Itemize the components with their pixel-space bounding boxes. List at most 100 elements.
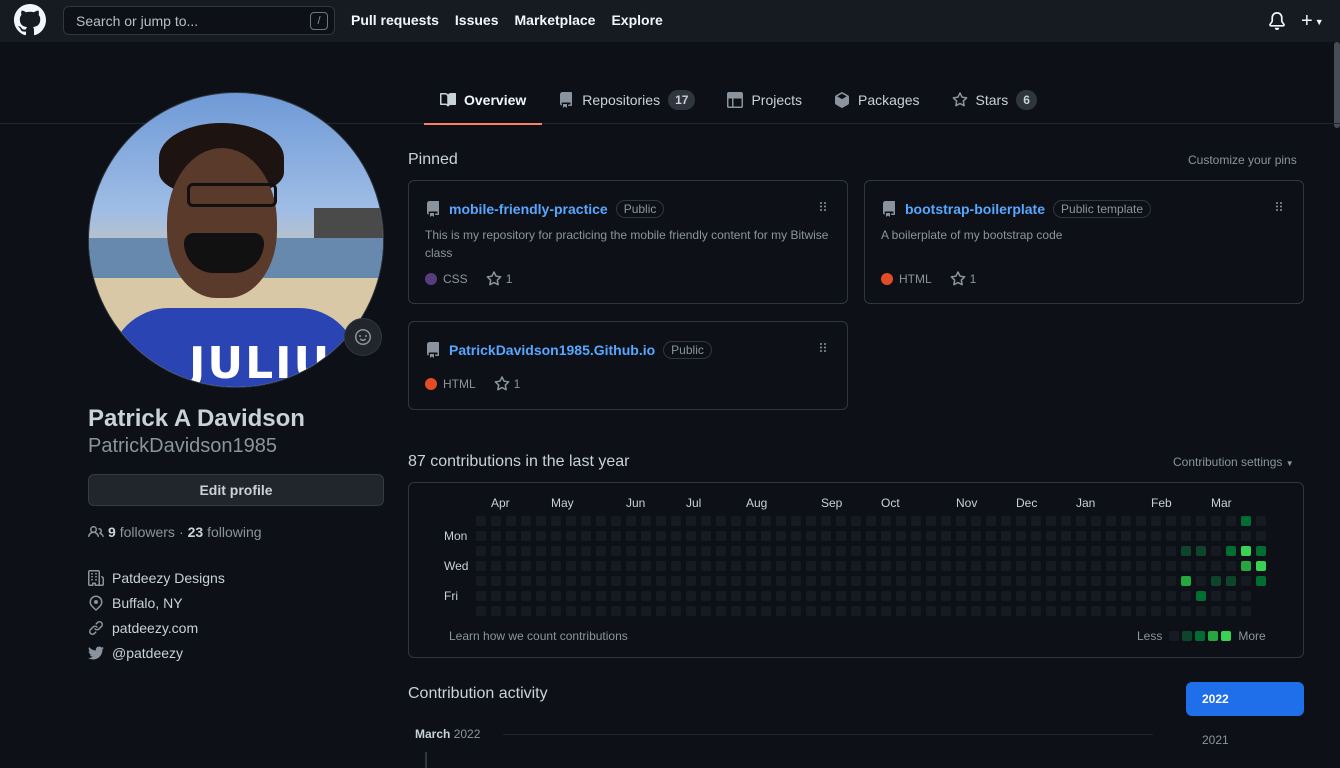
contribution-day[interactable] [1136, 531, 1146, 541]
contribution-day[interactable] [716, 546, 726, 556]
contribution-day[interactable] [1016, 546, 1026, 556]
contribution-day[interactable] [761, 516, 771, 526]
contribution-day[interactable] [1241, 591, 1251, 601]
contribution-day[interactable] [836, 576, 846, 586]
contribution-day[interactable] [1196, 576, 1206, 586]
contribution-day[interactable] [641, 591, 651, 601]
contribution-day[interactable] [1181, 516, 1191, 526]
contribution-day[interactable] [566, 591, 576, 601]
contribution-day[interactable] [1031, 591, 1041, 601]
contribution-day[interactable] [1196, 606, 1206, 616]
contribution-day[interactable] [476, 576, 486, 586]
contribution-day[interactable] [1046, 531, 1056, 541]
contribution-day[interactable] [1031, 606, 1041, 616]
contribution-day[interactable] [1241, 561, 1251, 571]
contribution-day[interactable] [986, 606, 996, 616]
contribution-day[interactable] [866, 561, 876, 571]
contribution-day[interactable] [1226, 591, 1236, 601]
contribution-day[interactable] [896, 576, 906, 586]
contribution-day[interactable] [776, 606, 786, 616]
contribution-day[interactable] [476, 531, 486, 541]
contribution-day[interactable] [1151, 546, 1161, 556]
contribution-day[interactable] [1211, 516, 1221, 526]
contribution-day[interactable] [566, 606, 576, 616]
edit-profile-button[interactable]: Edit profile [88, 474, 384, 506]
contribution-day[interactable] [686, 576, 696, 586]
contribution-day[interactable] [491, 531, 501, 541]
contribution-day[interactable] [1046, 576, 1056, 586]
contribution-day[interactable] [971, 531, 981, 541]
contribution-day[interactable] [1016, 576, 1026, 586]
contribution-day[interactable] [611, 531, 621, 541]
contribution-day[interactable] [881, 561, 891, 571]
contribution-day[interactable] [836, 561, 846, 571]
contribution-day[interactable] [956, 531, 966, 541]
contribution-day[interactable] [1061, 576, 1071, 586]
contribution-day[interactable] [1226, 576, 1236, 586]
contribution-day[interactable] [506, 516, 516, 526]
contribution-day[interactable] [896, 516, 906, 526]
contribution-day[interactable] [581, 531, 591, 541]
contribution-day[interactable] [1001, 531, 1011, 541]
contribution-day[interactable] [1106, 561, 1116, 571]
contribution-day[interactable] [1001, 576, 1011, 586]
contribution-day[interactable] [1061, 516, 1071, 526]
contribution-day[interactable] [911, 531, 921, 541]
contribution-day[interactable] [1211, 531, 1221, 541]
contribution-day[interactable] [806, 576, 816, 586]
contribution-day[interactable] [956, 606, 966, 616]
contribution-day[interactable] [926, 576, 936, 586]
year-2022-button[interactable]: 2022 [1186, 682, 1304, 716]
contribution-day[interactable] [746, 546, 756, 556]
contribution-day[interactable] [911, 561, 921, 571]
contribution-day[interactable] [476, 546, 486, 556]
contribution-day[interactable] [536, 606, 546, 616]
contribution-day[interactable] [806, 546, 816, 556]
contribution-day[interactable] [656, 576, 666, 586]
nav-issues[interactable]: Issues [455, 12, 499, 28]
contribution-day[interactable] [1226, 606, 1236, 616]
contribution-day[interactable] [611, 576, 621, 586]
contribution-day[interactable] [1046, 606, 1056, 616]
contribution-day[interactable] [551, 576, 561, 586]
contribution-day[interactable] [1091, 531, 1101, 541]
contribution-day[interactable] [986, 561, 996, 571]
contribution-day[interactable] [506, 576, 516, 586]
contribution-day[interactable] [761, 591, 771, 601]
contribution-day[interactable] [761, 531, 771, 541]
contribution-day[interactable] [1241, 531, 1251, 541]
contribution-day[interactable] [1016, 606, 1026, 616]
contribution-day[interactable] [776, 546, 786, 556]
following-link[interactable]: 23 following [188, 524, 262, 540]
contribution-day[interactable] [686, 516, 696, 526]
contribution-day[interactable] [986, 531, 996, 541]
drag-handle-icon[interactable] [1275, 201, 1283, 215]
contribution-day[interactable] [731, 531, 741, 541]
contribution-day[interactable] [551, 546, 561, 556]
contribution-day[interactable] [1091, 591, 1101, 601]
contribution-day[interactable] [716, 576, 726, 586]
contribution-day[interactable] [956, 546, 966, 556]
bell-icon[interactable] [1268, 12, 1286, 30]
contribution-day[interactable] [1046, 591, 1056, 601]
contribution-day[interactable] [1241, 546, 1251, 556]
contribution-day[interactable] [806, 561, 816, 571]
tab-overview[interactable]: Overview [424, 76, 543, 125]
contribution-day[interactable] [956, 516, 966, 526]
contribution-day[interactable] [521, 516, 531, 526]
contribution-day[interactable] [551, 606, 561, 616]
contribution-day[interactable] [791, 561, 801, 571]
contribution-day[interactable] [566, 531, 576, 541]
contribution-day[interactable] [1136, 561, 1146, 571]
contribution-day[interactable] [971, 591, 981, 601]
contribution-day[interactable] [986, 546, 996, 556]
contribution-day[interactable] [1106, 591, 1116, 601]
contribution-day[interactable] [911, 576, 921, 586]
contribution-day[interactable] [1256, 576, 1266, 586]
contribution-day[interactable] [986, 576, 996, 586]
contribution-day[interactable] [506, 606, 516, 616]
contribution-day[interactable] [956, 576, 966, 586]
contribution-day[interactable] [596, 516, 606, 526]
contribution-day[interactable] [566, 546, 576, 556]
contribution-day[interactable] [596, 606, 606, 616]
